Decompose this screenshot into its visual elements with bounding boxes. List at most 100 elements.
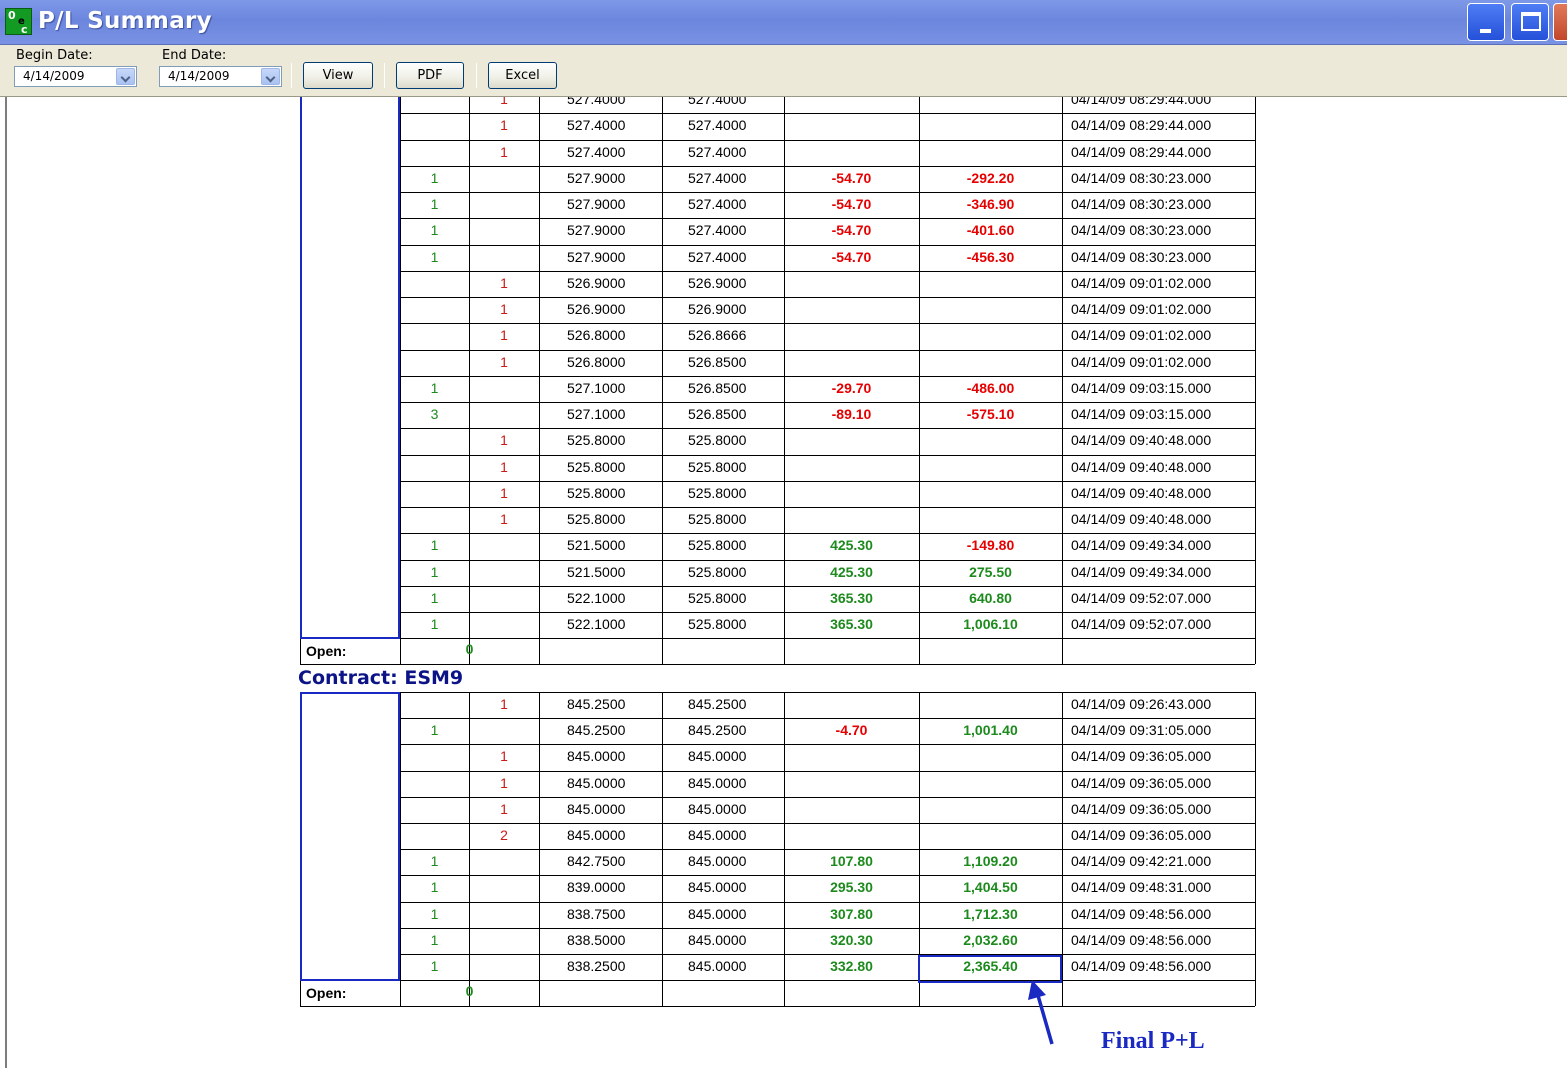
table-row[interactable]: 1 838.2500 845.0000 332.80 2,365.40 04/14/09 … xyxy=(400,954,1255,980)
match-price-cell: 526.9000 xyxy=(688,301,747,317)
table-row[interactable]: 1 525.8000 525.8000 04/14/09 09:40:48.000 xyxy=(400,428,1255,454)
buy-qty-cell xyxy=(400,144,469,164)
cumulative-pl-cell: -346.90 xyxy=(966,196,1015,212)
grid-line xyxy=(1062,692,1063,1007)
trade-pl-cell xyxy=(784,97,919,111)
sell-qty-cell xyxy=(469,853,539,873)
table-row[interactable]: 1 845.0000 845.0000 04/14/09 09:36:05.000 xyxy=(400,744,1255,770)
app-icon-glyph: c xyxy=(21,23,28,36)
buy-qty-cell xyxy=(400,775,469,795)
table-row[interactable]: 1 521.5000 525.8000 425.30 -149.80 04/14/09 0… xyxy=(400,533,1255,559)
match-price-cell: 526.8500 xyxy=(688,379,747,396)
price-cell: 527.1000 xyxy=(567,379,626,396)
chevron-down-icon[interactable] xyxy=(116,68,135,85)
chevron-down-icon[interactable] xyxy=(261,68,280,85)
time-cell: 04/14/09 09:52:07.000 xyxy=(1071,589,1212,606)
grid-line xyxy=(400,796,1255,798)
maximize-button[interactable] xyxy=(1511,3,1549,41)
pdf-button[interactable]: PDF xyxy=(396,62,464,89)
final-pl-annotation: Final P+L xyxy=(1101,1028,1205,1054)
time-cell: 04/14/09 09:36:05.000 xyxy=(1071,827,1212,843)
cumulative-pl-cell xyxy=(919,801,1062,821)
table-row[interactable]: 1 526.9000 526.9000 04/14/09 09:01:02.000 xyxy=(400,297,1255,323)
price-cell: 521.5000 xyxy=(567,563,626,580)
match-price-cell: 845.2500 xyxy=(688,696,747,712)
table-row[interactable]: 1 845.2500 845.2500 04/14/09 09:26:43.000 xyxy=(400,692,1255,718)
price-cell: 527.9000 xyxy=(567,248,626,265)
table-row[interactable]: 1 522.1000 525.8000 365.30 1,006.10 04/14/09 … xyxy=(400,612,1255,638)
title-bar[interactable]: 0 e c P/L Summary xyxy=(0,0,1567,45)
table-row[interactable]: 1 521.5000 525.8000 425.30 275.50 04/14/09 09… xyxy=(400,560,1255,586)
minimize-button[interactable] xyxy=(1467,3,1505,41)
table-row[interactable]: 1 527.4000 527.4000 04/14/09 08:29:44.000 xyxy=(400,113,1255,139)
table-row[interactable]: 2 845.0000 845.0000 04/14/09 09:36:05.000 xyxy=(400,823,1255,849)
sell-qty-cell: 1 xyxy=(500,97,508,107)
buy-qty-cell xyxy=(400,801,469,821)
sell-qty-cell: 1 xyxy=(500,696,508,712)
table-row[interactable]: 1 526.8000 526.8666 04/14/09 09:01:02.000 xyxy=(400,323,1255,349)
excel-button[interactable]: Excel xyxy=(488,62,557,89)
contract-header: Contract: ESM9 xyxy=(298,667,464,689)
table-row[interactable]: 1 527.4000 527.4000 04/14/09 08:29:44.000 xyxy=(400,97,1255,113)
grid-line xyxy=(400,428,1255,430)
table-row[interactable]: 1 526.9000 526.9000 04/14/09 09:01:02.000 xyxy=(400,271,1255,297)
table-row[interactable]: 1 845.0000 845.0000 04/14/09 09:36:05.000 xyxy=(400,797,1255,823)
begin-date-picker[interactable]: 4/14/2009 xyxy=(14,66,137,87)
table-row[interactable]: 1 527.4000 527.4000 04/14/09 08:29:44.000 xyxy=(400,140,1255,166)
close-button[interactable] xyxy=(1553,3,1567,41)
price-cell: 521.5000 xyxy=(567,537,626,554)
table-row[interactable]: 1 527.9000 527.4000 -54.70 -456.30 04/14/09 0… xyxy=(400,245,1255,271)
sell-qty-cell: 1 xyxy=(500,748,508,765)
toolbar-separator xyxy=(476,63,477,88)
sell-qty-cell: 1 xyxy=(500,774,508,791)
match-price-cell: 525.8000 xyxy=(688,511,747,527)
sell-qty-cell xyxy=(469,380,539,400)
table-row[interactable]: 1 527.1000 526.8500 -29.70 -486.00 04/14/09 0… xyxy=(400,376,1255,402)
window-title: P/L Summary xyxy=(38,8,212,34)
price-cell: 526.9000 xyxy=(567,301,626,317)
table-row[interactable]: 1 525.8000 525.8000 04/14/09 09:40:48.000 xyxy=(400,481,1255,507)
sell-qty-cell xyxy=(469,196,539,216)
price-cell: 526.8000 xyxy=(567,327,626,344)
price-cell: 845.0000 xyxy=(567,774,626,791)
cumulative-pl-cell xyxy=(919,301,1062,321)
table-row[interactable]: 1 527.9000 527.4000 -54.70 -401.60 04/14/09 0… xyxy=(400,218,1255,244)
time-cell: 04/14/09 08:29:44.000 xyxy=(1071,97,1212,107)
buy-qty-cell: 1 xyxy=(430,248,439,265)
match-price-cell: 527.4000 xyxy=(688,248,747,265)
report-view[interactable]: 1 527.4000 527.4000 04/14/09 08:29:44.000 1 5… xyxy=(5,97,1567,1068)
match-price-cell: 526.9000 xyxy=(688,274,747,291)
table-row[interactable]: 1 838.5000 845.0000 320.30 2,032.60 04/14/09 … xyxy=(400,928,1255,954)
price-cell: 526.8000 xyxy=(567,353,626,370)
sell-qty-cell xyxy=(469,249,539,269)
app-icon-glyph: 0 xyxy=(8,9,16,22)
end-date-picker[interactable]: 4/14/2009 xyxy=(159,66,282,87)
table-row[interactable]: 1 842.7500 845.0000 107.80 1,109.20 04/14/09 … xyxy=(400,849,1255,875)
table-row[interactable]: 1 845.0000 845.0000 04/14/09 09:36:05.000 xyxy=(400,771,1255,797)
sell-qty-cell: 1 xyxy=(500,432,508,449)
buy-qty-cell xyxy=(400,432,469,452)
time-cell: 04/14/09 09:01:02.000 xyxy=(1071,353,1212,370)
table-row[interactable]: 1 527.9000 527.4000 -54.70 -346.90 04/14/09 0… xyxy=(400,192,1255,218)
table-row[interactable]: 1 526.8000 526.8500 04/14/09 09:01:02.000 xyxy=(400,350,1255,376)
time-cell: 04/14/09 09:40:48.000 xyxy=(1071,511,1212,527)
cumulative-pl-cell: 1,001.40 xyxy=(963,722,1018,739)
table-row[interactable]: 1 845.2500 845.2500 -4.70 1,001.40 04/14/09 0… xyxy=(400,718,1255,744)
sell-qty-cell xyxy=(469,170,539,190)
view-button[interactable]: View xyxy=(303,62,373,89)
table-row[interactable]: 1 522.1000 525.8000 365.30 640.80 04/14/09 09… xyxy=(400,586,1255,612)
table-row[interactable]: 1 525.8000 525.8000 04/14/09 09:40:48.000 xyxy=(400,507,1255,533)
table-row[interactable]: 1 527.9000 527.4000 -54.70 -292.20 04/14/09 0… xyxy=(400,166,1255,192)
table-row[interactable]: 1 838.7500 845.0000 307.80 1,712.30 04/14/09 … xyxy=(400,902,1255,928)
grid-line xyxy=(400,927,1255,929)
minimize-icon xyxy=(1480,29,1491,33)
buy-qty-cell: 1 xyxy=(430,222,439,239)
cumulative-pl-cell xyxy=(919,97,1062,111)
table-row[interactable]: 1 525.8000 525.8000 04/14/09 09:40:48.000 xyxy=(400,455,1255,481)
time-cell: 04/14/09 08:29:44.000 xyxy=(1071,143,1212,160)
table-row[interactable]: 1 839.0000 845.0000 295.30 1,404.50 04/14/09 … xyxy=(400,875,1255,901)
price-cell: 527.9000 xyxy=(567,222,626,239)
match-price-cell: 526.8666 xyxy=(688,327,747,344)
grid-line xyxy=(400,244,1255,246)
table-row[interactable]: 3 527.1000 526.8500 -89.10 -575.10 04/14/09 0… xyxy=(400,402,1255,428)
